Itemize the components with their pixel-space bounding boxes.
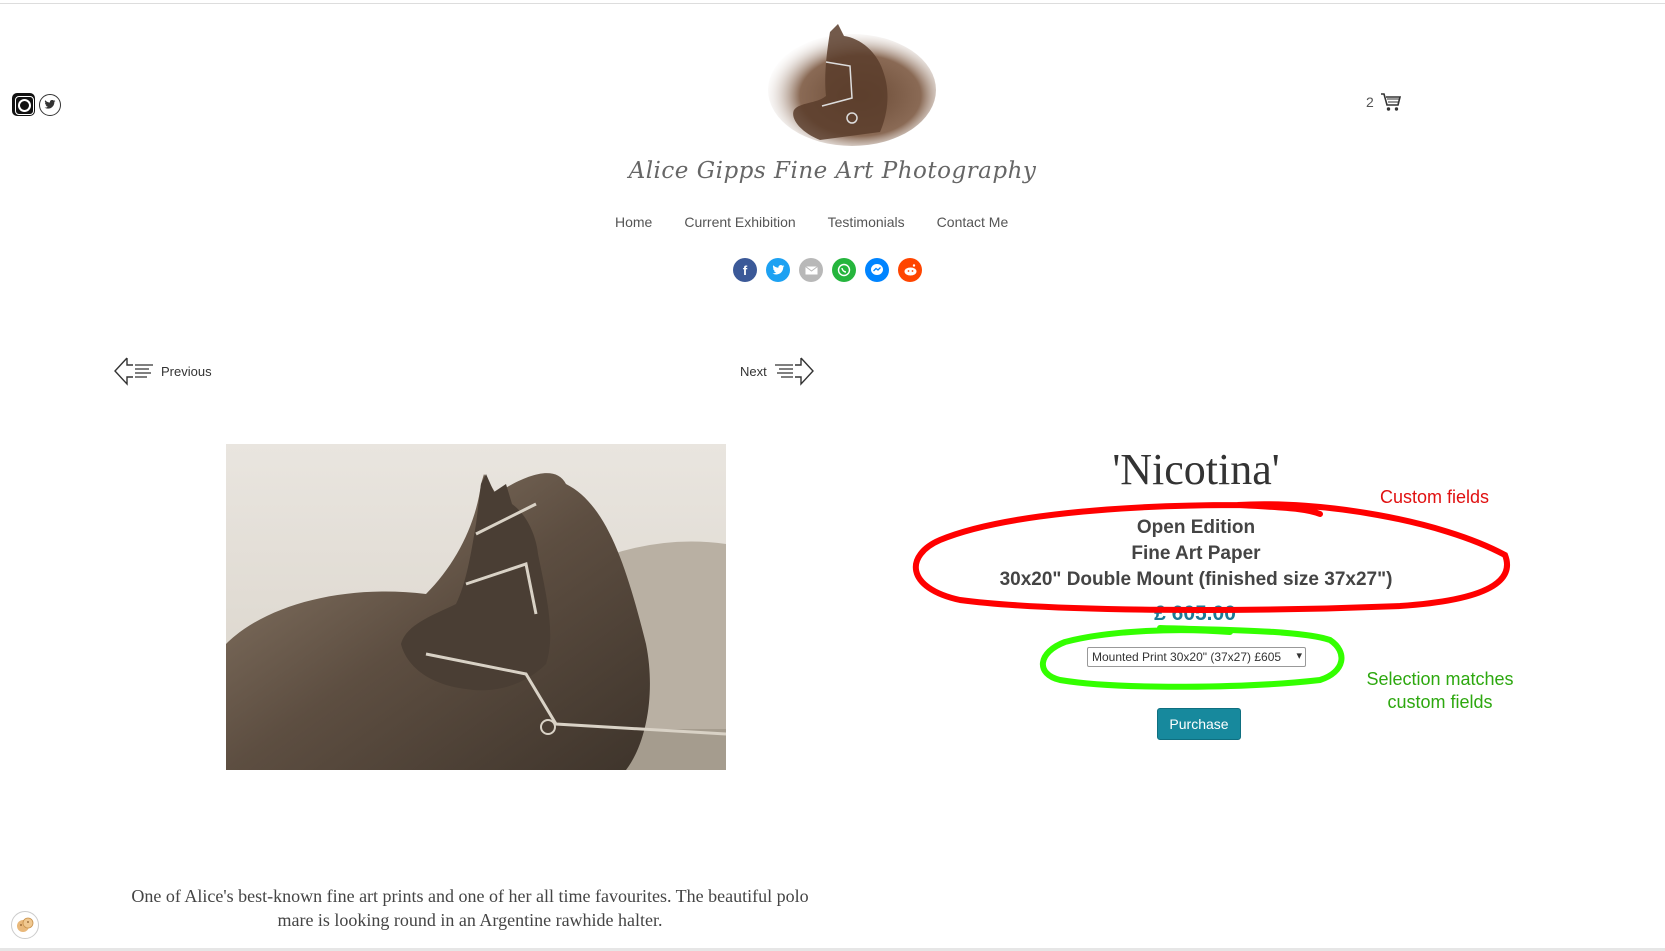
purchase-button[interactable]: Purchase <box>1157 708 1241 740</box>
product-title: 'Nicotina' <box>1112 445 1280 494</box>
cookie-settings-button[interactable] <box>11 911 39 939</box>
nav-contact-me[interactable]: Contact Me <box>937 214 1009 230</box>
social-links <box>12 93 61 116</box>
field-paper: Fine Art Paper <box>1131 543 1261 564</box>
arrow-right-icon <box>774 357 814 386</box>
top-divider <box>0 3 1665 4</box>
twitter-icon[interactable] <box>766 258 790 282</box>
nav-testimonials[interactable]: Testimonials <box>828 214 905 230</box>
brand-name[interactable]: Alice Gipps Fine Art Photography <box>600 158 1065 184</box>
twitter-icon[interactable] <box>39 93 61 116</box>
facebook-icon[interactable]: f <box>733 258 757 282</box>
chevron-down-icon: ▾ <box>1296 650 1302 662</box>
reddit-icon[interactable] <box>898 258 922 282</box>
main-nav: Home Current Exhibition Testimonials Con… <box>615 214 1008 230</box>
annotation-custom-fields: Custom fields <box>1380 487 1490 507</box>
option-select[interactable]: Mounted Print 30x20" (37x27) £605 ▾ <box>1087 647 1306 667</box>
horse-logo[interactable] <box>760 22 938 147</box>
share-bar: f <box>733 258 922 282</box>
next-link[interactable]: Next <box>740 356 815 386</box>
custom-fields: Open Edition Fine Art Paper 30x20" Doubl… <box>950 515 1442 593</box>
product-price: £ 605.00 <box>1154 602 1236 625</box>
nav-current-exhibition[interactable]: Current Exhibition <box>684 214 795 230</box>
messenger-icon[interactable] <box>865 258 889 282</box>
whatsapp-icon[interactable] <box>832 258 856 282</box>
product-photo[interactable] <box>226 444 726 770</box>
field-edition: Open Edition <box>1136 517 1256 538</box>
arrow-left-icon <box>114 357 153 386</box>
annotation-selection-matches: Selection matches custom fields <box>1366 669 1514 712</box>
instagram-icon[interactable] <box>12 93 35 116</box>
selected-option: Mounted Print 30x20" (37x27) £605 <box>1092 650 1282 664</box>
email-icon[interactable] <box>799 258 823 282</box>
previous-link[interactable]: Previous <box>113 356 212 386</box>
cart[interactable]: 2 <box>1366 92 1402 112</box>
nav-home[interactable]: Home <box>615 214 652 230</box>
cart-count: 2 <box>1366 94 1374 110</box>
previous-label: Previous <box>161 363 212 379</box>
next-label: Next <box>740 363 767 379</box>
field-size: 30x20" Double Mount (finished size 37x27… <box>999 569 1393 590</box>
product-description: One of Alice's best-known fine art print… <box>131 886 809 930</box>
cart-icon <box>1380 93 1401 111</box>
cookie-icon <box>17 917 34 932</box>
